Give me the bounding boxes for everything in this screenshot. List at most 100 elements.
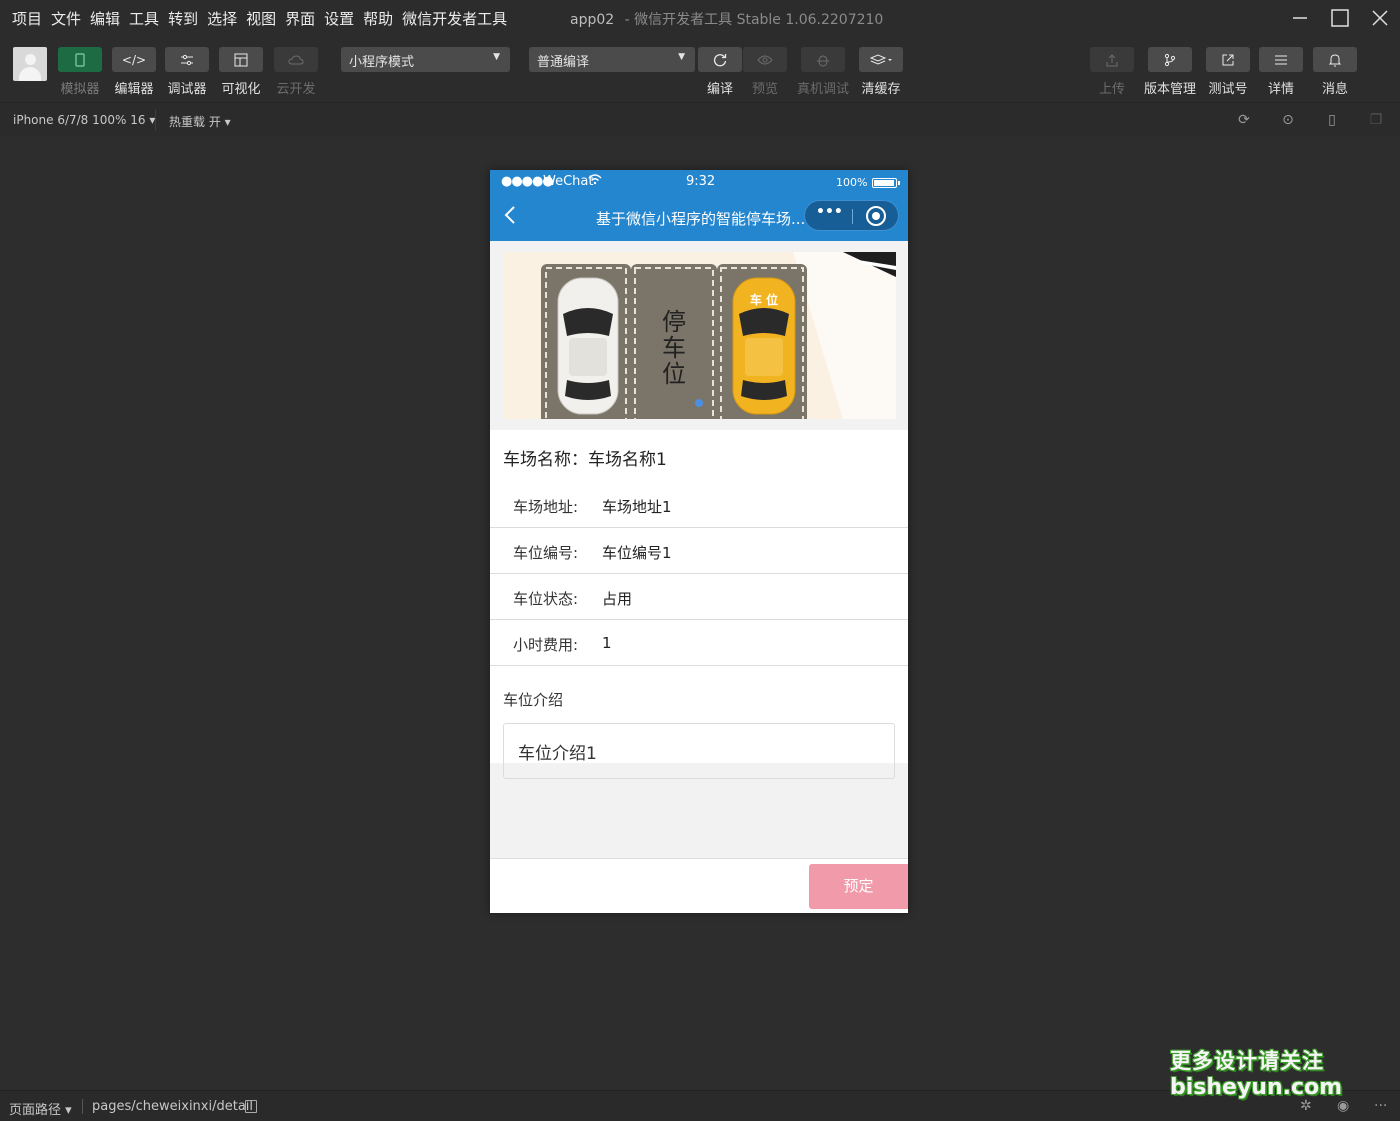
intro-content: 车位介绍1 [503,723,895,779]
visual-button[interactable]: 可视化 [218,47,264,97]
detail-row: 车位编号: 车位编号1 [490,528,908,574]
mode-select-value: 小程序模式 [349,55,415,70]
chevron-down-icon: ▼ [678,52,685,62]
window-app-name: app02 [570,12,615,28]
minimize-icon [1293,17,1307,19]
avatar-body [19,67,41,81]
menu-select[interactable]: 选择 [207,8,237,29]
banner-image: 停 车 位 车 位 [503,252,896,419]
swiper-indicator-dot[interactable] [695,399,703,407]
carrier-label: WeChat [543,174,594,189]
detail-row-value: 占用 [602,590,633,608]
window-title-suffix: - 微信开发者工具 Stable 1.06.2207210 [624,12,884,28]
cloud-button[interactable]: 云开发 [273,47,319,97]
book-button[interactable]: 预定 [809,864,908,909]
debugger-button[interactable]: 调试器 [164,47,210,97]
banner-sign-char-3: 位 [662,360,686,388]
phone-status-bar: ●●●●● WeChat 9:32 100% [490,170,908,194]
avatar-head [25,54,36,65]
branch-icon [1148,47,1192,72]
menu-project[interactable]: 项目 [12,8,42,29]
more-dots-icon[interactable]: ••• [816,204,843,220]
device-select[interactable]: iPhone 6/7/8 100% 16 ▾ [13,113,155,127]
detail-card: 车场名称：车场名称1 车场地址: 车场地址1 车位编号: 车位编号1 车位状态:… [490,430,908,779]
compile-label: 编译 [706,82,733,97]
detail-row-label: 车场地址: [513,498,579,516]
toolbar: 模拟器 </> 编辑器 调试器 可视化 云开发 小程序模式 ▼ 普通编译 ▼ 编… [0,36,1400,102]
more-icon[interactable]: ··· [1374,1098,1387,1114]
close-icon [1372,10,1388,26]
hot-reload-toggle[interactable]: 热重载 开 ▾ [169,113,231,130]
menu-bar: 项目 文件 编辑 工具 转到 选择 视图 界面 设置 帮助 微信开发者工具 ap… [0,0,1400,36]
mode-select[interactable]: 小程序模式 ▼ [341,47,510,72]
editor-label: 编辑器 [114,82,154,97]
phone-icon[interactable]: ▯ [1323,111,1341,129]
messages-button[interactable]: 消息 [1312,47,1358,97]
compile-select[interactable]: 普通编译 ▼ [529,47,695,72]
debugger-label: 调试器 [167,82,207,97]
rotate-icon[interactable]: ⟳ [1235,111,1253,129]
compile-select-value: 普通编译 [537,55,590,70]
window-controls [1280,0,1400,36]
editor-button[interactable]: </> 编辑器 [111,47,157,97]
menu-tools[interactable]: 工具 [129,8,159,29]
banner-sign-char-1: 停 [662,308,686,336]
detail-row-value: 车场地址1 [602,498,672,516]
messages-label: 消息 [1321,82,1348,97]
simulator-subbar: iPhone 6/7/8 100% 16 ▾ 热重载 开 ▾ ⟳ ⊙ ▯ ❐ [0,102,1400,136]
capsule-menu: ••• [804,200,899,231]
preview-label: 预览 [751,82,778,97]
watermark: 更多设计请关注 bisheyun.com [1170,1045,1342,1100]
phone-icon [58,47,102,72]
details-button[interactable]: 详情 [1258,47,1304,97]
upload-button[interactable]: 上传 [1089,47,1135,97]
menu-devtools[interactable]: 微信开发者工具 [402,8,507,29]
menu-interface[interactable]: 界面 [285,8,315,29]
test-account-button[interactable]: 测试号 [1205,47,1251,97]
detail-row-label: 车位编号: [513,544,579,562]
stop-record-icon[interactable]: ⊙ [1279,111,1297,129]
close-button[interactable] [1360,0,1400,36]
layout-icon [219,47,263,72]
lot-name: 车场名称：车场名称1 [503,445,667,470]
simulator-button[interactable]: 模拟器 [57,47,103,97]
detail-row-label: 小时费用: [513,636,579,654]
minimize-button[interactable] [1280,0,1320,36]
swiper[interactable]: 停 车 位 车 位 [490,241,908,430]
eye-icon[interactable]: ◉ [1337,1098,1349,1114]
mini-program-nav-bar: 基于微信小程序的智能停车场... ••• [490,194,908,241]
back-button[interactable] [498,204,522,230]
avatar[interactable] [13,47,47,81]
copy-icon[interactable] [245,1100,257,1113]
debug-settings-icon [165,47,209,72]
window-icon[interactable]: ❐ [1367,111,1385,129]
menu-lines-icon [1259,47,1303,72]
version-button[interactable]: 版本管理 [1144,47,1196,97]
watermark-line-2: bisheyun.com [1170,1075,1343,1100]
menu-settings[interactable]: 设置 [324,8,354,29]
menu-help[interactable]: 帮助 [363,8,393,29]
cloud-label: 云开发 [276,82,316,97]
menu-file[interactable]: 文件 [51,8,81,29]
menu-goto[interactable]: 转到 [168,8,198,29]
menu-view[interactable]: 视图 [246,8,276,29]
bug-icon[interactable]: ✲ [1300,1098,1312,1114]
preview-button[interactable]: 预览 [742,47,788,97]
clear-cache-button[interactable]: 清缓存 [858,47,904,97]
maximize-button[interactable] [1320,0,1360,36]
page-path: pages/cheweixinxi/detail [92,1099,254,1114]
detail-row: 小时费用: 1 [490,620,908,666]
battery-icon [872,178,900,188]
bell-icon [1313,47,1357,72]
window-title: app02 - 微信开发者工具 Stable 1.06.2207210 [570,9,883,29]
compile-button[interactable]: 编译 [697,47,743,97]
menu-edit[interactable]: 编辑 [90,8,120,29]
close-mini-program-icon[interactable] [866,206,886,226]
page-path-select[interactable]: 页面路径 ▾ [9,1099,72,1118]
real-debug-button[interactable]: 真机调试 [797,47,849,97]
parking-illustration: 停 车 位 车 位 [503,252,896,419]
detail-row: 车场地址: 车场地址1 [490,482,908,528]
capsule-divider [852,209,853,224]
clear-cache-label: 清缓存 [861,82,901,97]
eye-icon [743,47,787,72]
